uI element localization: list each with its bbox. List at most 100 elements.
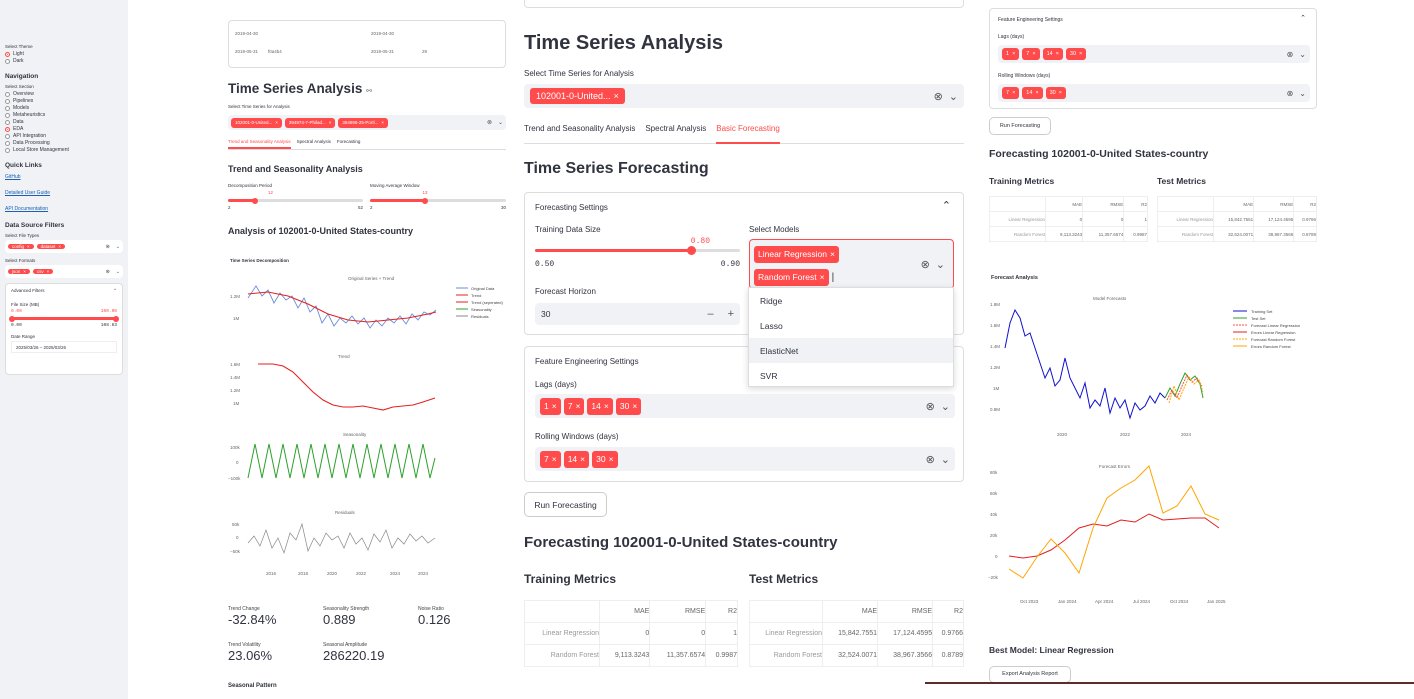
user-guide-link[interactable]: Detailed User Guide — [5, 190, 123, 196]
advanced-filters-expander[interactable]: Advanced Filters ⌃ File Size (MB) 0.00 100… — [5, 283, 123, 375]
menu-item-ridge[interactable]: Ridge — [749, 288, 953, 313]
y-tick: −50k — [230, 549, 241, 554]
api-docs-link[interactable]: API Documentation — [5, 206, 123, 212]
menu-item-lasso[interactable]: Lasso — [749, 313, 953, 338]
settings-title[interactable]: Forecasting Settings — [535, 203, 608, 212]
nav-item-api-integration[interactable]: API Integration — [5, 133, 123, 140]
clear-icon: ⊗ — [486, 120, 492, 126]
train-size-slider[interactable]: 0.80 0.50 0.90 — [535, 237, 740, 269]
p1-analysis-title: Analysis of 102001-0-United States-count… — [228, 226, 414, 236]
roll-select[interactable]: 7 × 14 × 30 × ⊗ ⌄ — [535, 447, 955, 471]
p2-page-title: Time Series Analysis — [524, 32, 724, 54]
p2-series-select[interactable]: 102001-0-United... × ⊗ ⌄ — [524, 84, 964, 108]
minus-icon[interactable]: – — [707, 308, 713, 320]
nav-item-pipelines[interactable]: Pipelines — [5, 98, 123, 105]
option-tag[interactable]: 14 × — [1022, 87, 1043, 99]
option-tag[interactable]: 30 × — [1045, 87, 1066, 99]
option-tag[interactable]: 7 × — [1022, 48, 1040, 60]
formats-select[interactable]: json × csv × ⊗ ⌄ — [5, 265, 123, 278]
option-tag[interactable]: 7 × — [1002, 87, 1020, 99]
tab-trend[interactable]: Trend and Seasonality Analysis — [228, 139, 291, 149]
lags-select[interactable]: 1 × 7 × 14 × 30 × ⊗ ⌄ — [535, 394, 955, 418]
export-report-button[interactable]: Export Analysis Report — [989, 666, 1071, 683]
plus-icon[interactable]: + — [728, 308, 734, 320]
chevron-up-icon[interactable]: ⌃ — [1300, 14, 1306, 22]
option-tag[interactable]: 102001-0-United... × — [231, 117, 282, 128]
option-tag[interactable]: 14 × — [563, 450, 590, 468]
fe-title[interactable]: Feature Engineering Settings — [535, 357, 639, 366]
format-tag[interactable]: csv × — [32, 268, 54, 274]
file-size-slider[interactable] — [9, 315, 119, 322]
chevron-down-icon: ⌄ — [115, 243, 120, 250]
ma-window-slider[interactable]: 13 2 30 — [370, 190, 506, 212]
p3-fe-title[interactable]: Feature Engineering Settings — [998, 17, 1063, 23]
nav-item-overview[interactable]: Overview — [5, 91, 123, 98]
run-forecasting-button[interactable]: Run Forecasting — [524, 492, 607, 517]
tab-trend[interactable]: Trend and Seasonality Analysis — [524, 124, 635, 143]
file-types-select[interactable]: config × dataset × ⊗ ⌄ — [5, 240, 123, 253]
best-model-title: Best Model: Linear Regression — [989, 645, 1114, 655]
x-tick: 2022 — [356, 571, 367, 576]
horizon-input[interactable]: 30 – + — [535, 303, 740, 325]
test-metrics-title: Test Metrics — [749, 572, 819, 586]
remove-icon: × — [1055, 51, 1059, 57]
p3-run-forecasting-button[interactable]: Run Forecasting — [989, 117, 1051, 135]
table-row: Random Forest 9,113.3243 11,357.6574 0.9987 — [989, 226, 1148, 242]
series-tag[interactable]: 102001-0-United... × — [530, 88, 625, 104]
menu-item-svr[interactable]: SVR — [749, 363, 953, 388]
trend-separated-line — [258, 363, 436, 411]
radio-icon — [5, 141, 10, 146]
nav-label: Data Processing — [13, 140, 50, 146]
option-tag[interactable]: 1 × — [540, 397, 561, 415]
file-type-tag[interactable]: dataset × — [36, 243, 66, 249]
option-tag[interactable]: 394974-7-Philad... × — [284, 117, 336, 128]
nav-item-metaheuristics[interactable]: Metaheuristics — [5, 112, 123, 119]
nav-item-data[interactable]: Data — [5, 119, 123, 126]
nav-item-models[interactable]: Models — [5, 105, 123, 112]
remove-icon: × — [575, 401, 581, 411]
menu-item-elasticnet[interactable]: ElasticNet — [749, 338, 953, 363]
residuals-line — [247, 522, 436, 555]
option-tag[interactable]: 30 × — [592, 450, 618, 468]
test-set-line — [1164, 372, 1204, 399]
theme-dark-radio[interactable]: Dark — [5, 58, 123, 65]
option-tag[interactable]: 30 × — [615, 397, 642, 415]
nav-item-eda[interactable]: EDA — [5, 126, 123, 133]
x-tick: 2024 — [418, 571, 429, 576]
option-tag[interactable]: 30 × — [1065, 48, 1087, 60]
p3-lags-select[interactable]: 1 × 7 × 14 × 30 × ⊗ ⌄ — [998, 45, 1310, 63]
github-link[interactable]: GitHub — [5, 174, 123, 180]
format-tag[interactable]: json × — [8, 268, 30, 274]
tab-spectral[interactable]: Spectral Analysis — [645, 124, 706, 143]
model-tag[interactable]: Random Forest × — [754, 268, 829, 286]
p1-series-select[interactable]: 102001-0-United... × 394974-7-Philad... × 39… — [228, 115, 506, 130]
decomposition-chart: Original Series + Trend Trend Seasonalit… — [228, 276, 504, 576]
p3-lags-label: Lags (days) — [998, 34, 1025, 40]
p3-result-title: Forecasting 102001-0-United States-count… — [989, 148, 1209, 160]
nav-item-data-processing[interactable]: Data Processing — [5, 140, 123, 147]
decomp-period-slider[interactable]: 12 2 52 — [228, 190, 363, 212]
theme-light-radio[interactable]: Light — [5, 51, 123, 58]
p3-roll-select[interactable]: 7 × 14 × 30 × ⊗ ⌄ — [998, 84, 1310, 102]
option-tag[interactable]: 7 × — [540, 450, 561, 468]
tab-spectral[interactable]: Spectral Analysis — [297, 139, 331, 149]
option-tag[interactable]: 7 × — [563, 397, 585, 415]
option-tag[interactable]: 394998-25-Portl... × — [338, 117, 389, 128]
nav-label: EDA — [13, 126, 24, 132]
p3-test-metrics-title: Test Metrics — [1157, 176, 1206, 186]
model-tag[interactable]: Linear Regression × — [754, 245, 839, 263]
x-tick: 2018 — [298, 571, 309, 576]
theme-label: Select Theme — [5, 44, 33, 49]
option-tag[interactable]: 14 × — [587, 397, 613, 415]
tab-forecasting[interactable]: Forecasting — [337, 139, 361, 149]
chevron-up-icon[interactable]: ⌃ — [942, 199, 951, 212]
tab-basic-forecasting[interactable]: Basic Forecasting — [716, 124, 780, 144]
metric-trend-volatility: Trend Volatility 23.06% — [228, 642, 273, 663]
option-tag[interactable]: 14 × — [1042, 48, 1063, 60]
option-tag[interactable]: 1 × — [1002, 48, 1020, 60]
date-range-input[interactable]: 2025/03/26 – 2025/03/26 — [11, 341, 117, 353]
section-label: Select Section — [5, 84, 34, 89]
file-type-tag[interactable]: config × — [8, 243, 34, 249]
models-select[interactable]: Linear Regression × Random Forest × | ⊗ ⌄ — [749, 239, 954, 289]
nav-item-local-store-management[interactable]: Local Store Management — [5, 147, 123, 154]
